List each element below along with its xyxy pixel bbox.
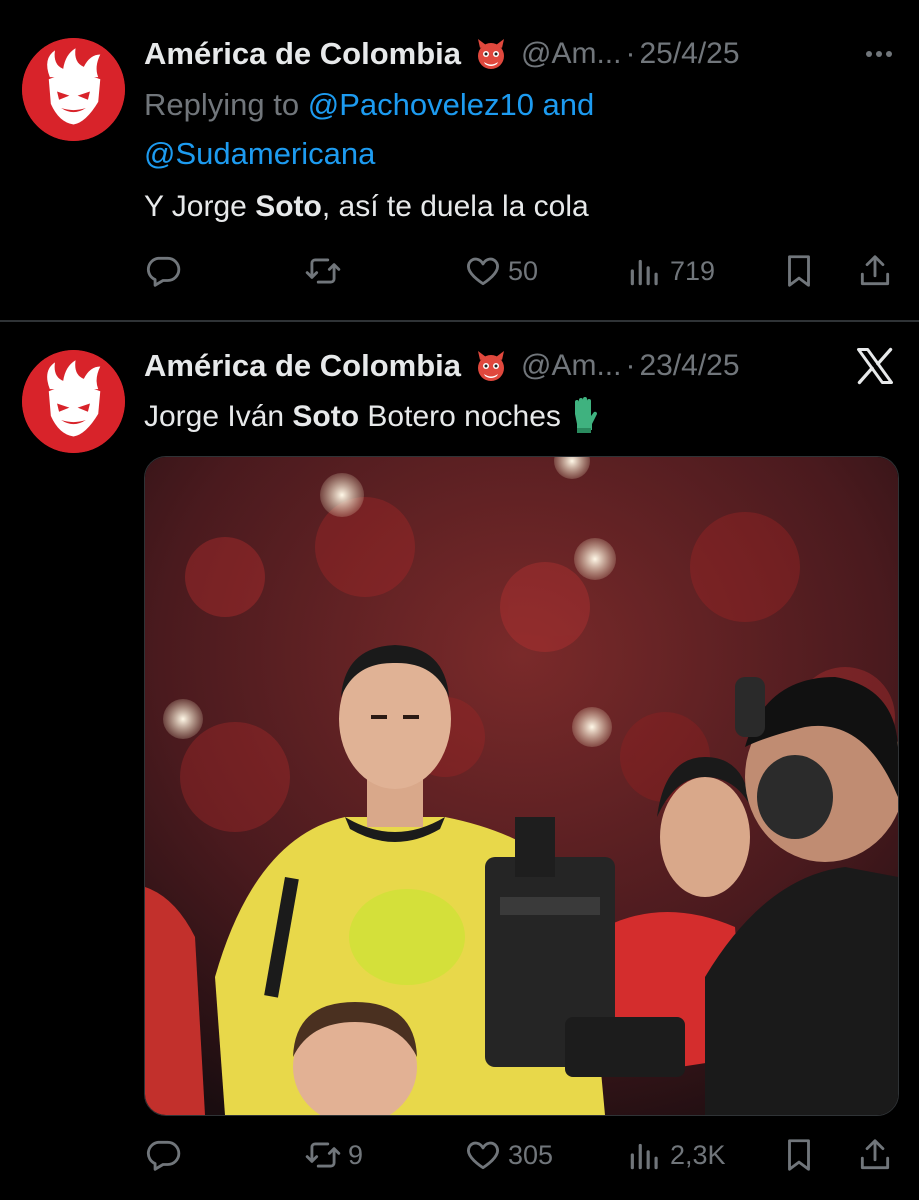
replying-prefix: Replying to bbox=[144, 87, 308, 122]
bookmark-button[interactable] bbox=[780, 1130, 818, 1180]
heart-icon bbox=[467, 1141, 499, 1170]
mention-link[interactable]: @Sudamericana bbox=[144, 136, 375, 171]
separator: · bbox=[625, 37, 636, 70]
bookmark-icon bbox=[788, 1139, 810, 1171]
devil-emoji-icon bbox=[473, 348, 509, 384]
retweet-count: 9 bbox=[348, 1139, 364, 1170]
share-button[interactable] bbox=[856, 1130, 894, 1180]
author-handle[interactable]: @Am... bbox=[521, 37, 621, 71]
reply-button[interactable] bbox=[144, 1130, 188, 1180]
retweet-icon bbox=[305, 1142, 341, 1168]
share-button[interactable] bbox=[856, 246, 894, 296]
like-count: 50 bbox=[508, 255, 539, 286]
replying-to: Replying to @Pachovelez10 and @Sudamerica… bbox=[144, 80, 704, 178]
goalkeeper-glove-icon bbox=[569, 394, 601, 434]
tweet-text-part: , así te duela la cola bbox=[321, 190, 589, 223]
views-icon bbox=[630, 259, 658, 286]
retweet-button[interactable] bbox=[304, 246, 348, 296]
tweet-text-part: Jorge Iván bbox=[144, 400, 293, 433]
like-button[interactable]: 50 bbox=[464, 246, 538, 296]
reply-button[interactable] bbox=[144, 246, 188, 296]
tweet-text-part: Botero noches bbox=[359, 400, 561, 433]
like-button[interactable]: 305 bbox=[464, 1130, 553, 1180]
tweet-date[interactable]: 25/4/25 bbox=[639, 37, 739, 71]
avatar[interactable] bbox=[22, 350, 125, 453]
reply-icon bbox=[146, 1140, 181, 1171]
avatar[interactable] bbox=[22, 38, 125, 141]
share-icon bbox=[860, 255, 890, 286]
devil-emoji-icon bbox=[473, 36, 509, 72]
goalkeeper-photo bbox=[145, 457, 898, 1115]
action-bar: 50 719 bbox=[144, 246, 894, 296]
tweet-header: América de Colombia @Am... · 25/4/25 bbox=[144, 32, 899, 76]
tweet-date[interactable]: 23/4/25 bbox=[639, 349, 739, 383]
tweet-header: América de Colombia @Am... · 23/4/25 bbox=[144, 344, 899, 388]
retweet-icon bbox=[305, 258, 341, 284]
tweet-2[interactable]: América de Colombia @Am... · 23/4/25 Jor… bbox=[0, 322, 919, 1200]
devil-logo-icon bbox=[22, 38, 125, 141]
views-button[interactable]: 2,3K bbox=[626, 1130, 726, 1180]
author-name[interactable]: América de Colombia bbox=[144, 36, 461, 72]
author-name[interactable]: América de Colombia bbox=[144, 348, 461, 384]
tweet-text: Y Jorge Soto, así te duela la cola bbox=[144, 190, 589, 224]
heart-icon bbox=[467, 257, 499, 286]
views-button[interactable]: 719 bbox=[626, 246, 715, 296]
bookmark-icon bbox=[788, 255, 810, 287]
tweet-text-bold: Soto bbox=[292, 400, 360, 433]
share-icon bbox=[860, 1139, 890, 1170]
tweet-1[interactable]: América de Colombia @Am... · 25/4/25 Rep… bbox=[0, 0, 919, 320]
views-icon bbox=[630, 1143, 658, 1170]
reply-icon bbox=[146, 256, 181, 287]
tweet-text: Jorge Iván Soto Botero noches bbox=[144, 394, 601, 434]
view-count: 2,3K bbox=[670, 1139, 726, 1170]
action-bar: 9 305 2,3K bbox=[144, 1130, 894, 1180]
tweet-text-bold: Soto bbox=[255, 190, 322, 223]
retweet-button[interactable]: 9 bbox=[304, 1130, 363, 1180]
view-count: 719 bbox=[670, 255, 716, 286]
separator: · bbox=[625, 349, 636, 382]
x-logo-icon[interactable] bbox=[853, 344, 897, 388]
author-handle[interactable]: @Am... bbox=[521, 349, 621, 383]
mention-link[interactable]: @Pachovelez10 bbox=[308, 87, 534, 122]
tweet-text-part: Y Jorge bbox=[144, 190, 256, 223]
like-count: 305 bbox=[508, 1139, 554, 1170]
bookmark-button[interactable] bbox=[780, 246, 818, 296]
more-options-icon[interactable] bbox=[859, 36, 899, 72]
replying-conjunction: and bbox=[533, 87, 595, 122]
devil-logo-icon bbox=[22, 350, 125, 453]
tweet-photo[interactable] bbox=[144, 456, 899, 1116]
